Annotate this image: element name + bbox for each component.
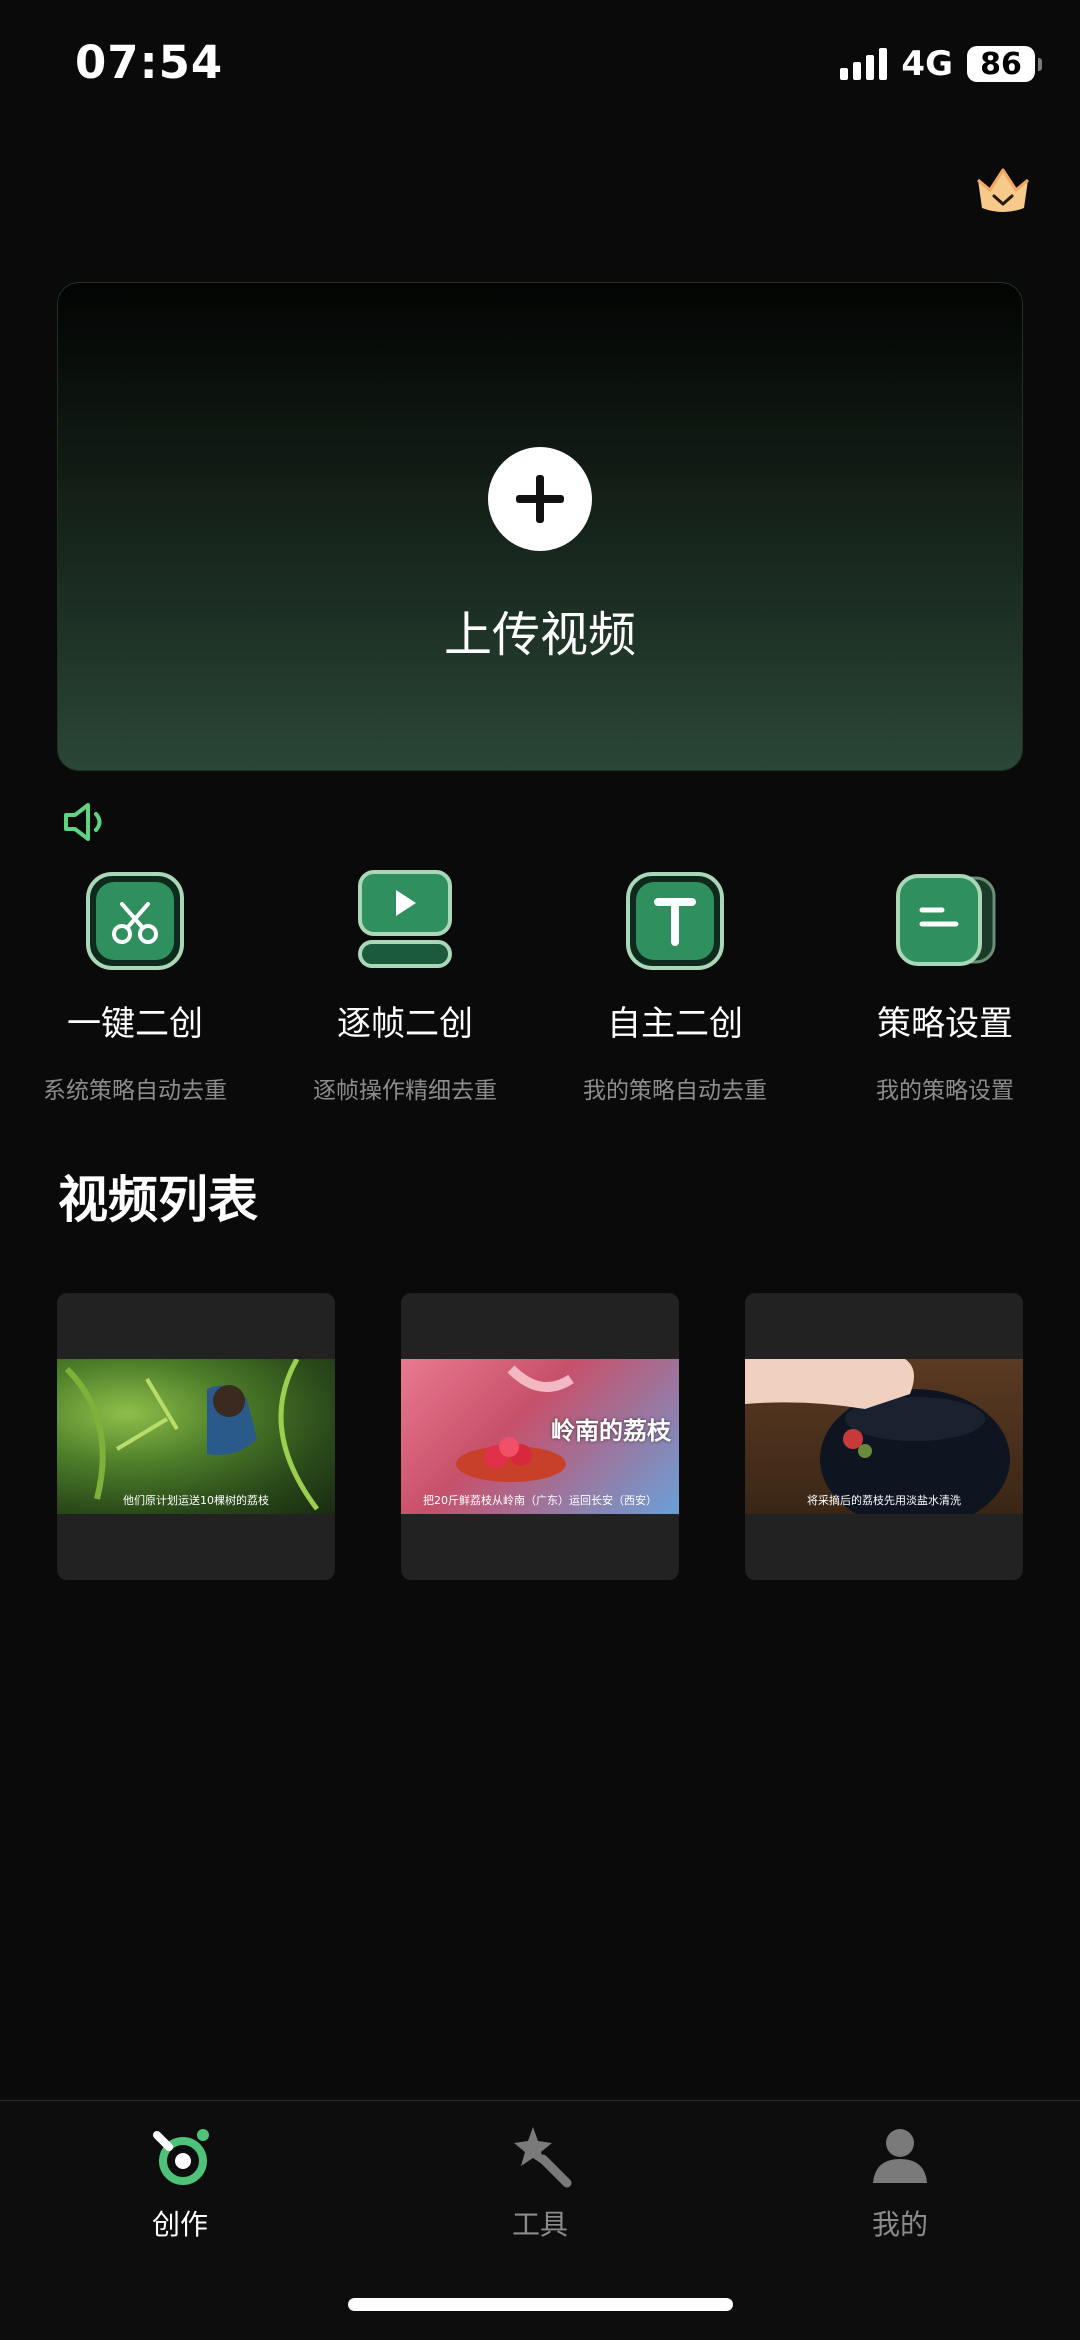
feature-subtitle: 我的策略自动去重 (583, 1078, 767, 1104)
nav-item-create[interactable]: 创作 (100, 2121, 260, 2243)
home-indicator[interactable] (348, 2298, 733, 2311)
create-icon (145, 2121, 215, 2191)
nav-item-tools[interactable]: 工具 (460, 2121, 620, 2243)
video-caption: 他们原计划运送10棵树的荔枝 (123, 1494, 269, 1507)
nav-label: 我的 (871, 2208, 928, 2241)
feature-title: 逐帧二创 (337, 1004, 473, 1044)
status-indicators: 4G 86 (840, 44, 1042, 84)
feature-title: 策略设置 (877, 1004, 1013, 1044)
video-card[interactable]: 他们原计划运送10棵树的荔枝 (57, 1293, 335, 1580)
feature-frame-by-frame[interactable]: 逐帧二创 逐帧操作精细去重 (270, 866, 540, 1105)
video-thumbnail: 他们原计划运送10棵树的荔枝 (57, 1359, 335, 1514)
nav-label: 工具 (511, 2208, 568, 2241)
user-icon (865, 2121, 935, 2191)
battery-icon: 86 (967, 46, 1042, 82)
status-time: 07:54 (75, 36, 224, 89)
feature-title: 自主二创 (607, 1004, 743, 1044)
battery-level: 86 (967, 46, 1035, 82)
speaker-icon[interactable] (62, 800, 112, 844)
upload-video-card[interactable]: 上传视频 (57, 282, 1023, 771)
status-bar: 07:54 4G 86 (0, 0, 1080, 130)
feature-subtitle: 我的策略设置 (876, 1078, 1014, 1104)
plus-icon[interactable] (488, 447, 592, 551)
strategy-cards-icon (890, 866, 1000, 976)
feature-custom[interactable]: 自主二创 我的策略自动去重 (540, 866, 810, 1105)
feature-title: 一键二创 (67, 1004, 203, 1044)
network-type: 4G (901, 44, 953, 84)
video-card[interactable]: 将采摘后的荔枝先用淡盐水清洗 (745, 1293, 1023, 1580)
scissors-icon (80, 866, 190, 976)
video-caption: 把20斤鲜荔枝从岭南（广东）运回长安（西安） (423, 1494, 657, 1507)
crown-icon[interactable] (972, 162, 1034, 218)
feature-subtitle: 逐帧操作精细去重 (313, 1078, 497, 1104)
magic-wand-icon (505, 2121, 575, 2191)
video-card[interactable]: 岭南的荔枝 把20斤鲜荔枝从岭南（广东）运回长安（西安） (401, 1293, 679, 1580)
video-thumbnail: 将采摘后的荔枝先用淡盐水清洗 (745, 1359, 1023, 1514)
play-frame-icon (350, 866, 460, 976)
video-thumbnail: 岭南的荔枝 把20斤鲜荔枝从岭南（广东）运回长安（西安） (401, 1359, 679, 1514)
feature-strategy-settings[interactable]: 策略设置 我的策略设置 (810, 866, 1080, 1105)
nav-label: 创作 (151, 2208, 208, 2241)
video-overlay-title: 岭南的荔枝 (551, 1417, 671, 1445)
video-caption: 将采摘后的荔枝先用淡盐水清洗 (807, 1494, 961, 1507)
upload-label: 上传视频 (443, 607, 636, 663)
text-t-icon (620, 866, 730, 976)
signal-icon (840, 48, 888, 80)
feature-one-click[interactable]: 一键二创 系统策略自动去重 (0, 866, 270, 1105)
nav-item-me[interactable]: 我的 (820, 2121, 980, 2243)
feature-subtitle: 系统策略自动去重 (43, 1078, 227, 1104)
video-list-title: 视频列表 (58, 1171, 258, 1229)
